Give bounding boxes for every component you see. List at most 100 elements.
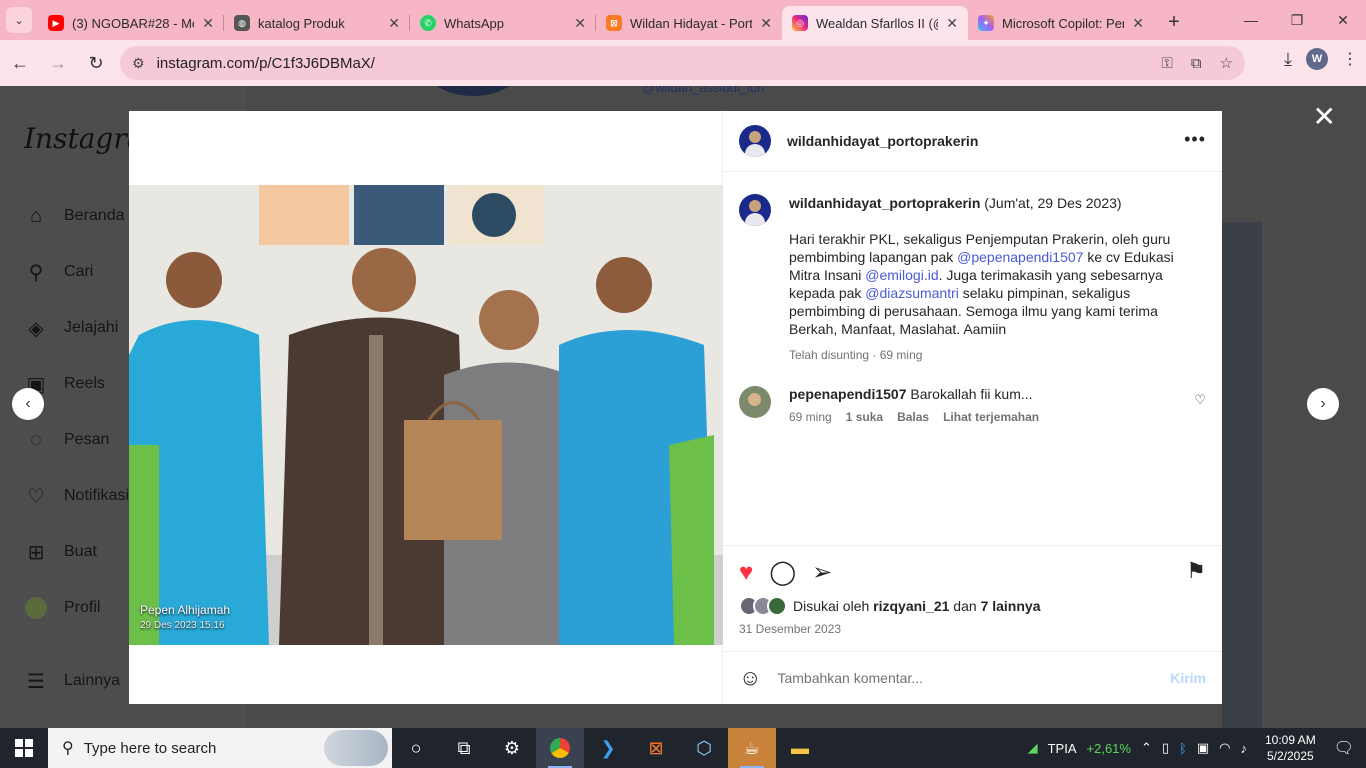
clock-date: 5/2/2025 xyxy=(1266,749,1314,763)
reload-button[interactable]: ↻ xyxy=(78,45,114,81)
file-explorer-icon[interactable]: ▬ xyxy=(776,728,824,768)
chrome-icon[interactable] xyxy=(536,728,584,768)
likes-others[interactable]: 7 lainnya xyxy=(981,598,1041,614)
close-tab-icon[interactable]: ✕ xyxy=(388,15,400,32)
tab-search-button[interactable]: ⌄ xyxy=(6,7,32,33)
close-tab-icon[interactable]: ✕ xyxy=(202,15,214,32)
vscode-icon[interactable]: ❯ xyxy=(584,728,632,768)
save-bookmark-icon[interactable]: ⚑ xyxy=(1186,560,1206,582)
bluetooth-icon[interactable]: ᛒ xyxy=(1179,741,1187,756)
volume-icon[interactable]: ♪ xyxy=(1240,741,1247,756)
author-avatar[interactable] xyxy=(739,125,771,157)
close-modal-icon[interactable]: ✕ xyxy=(1313,100,1336,133)
mention-link[interactable]: @emilogi.id xyxy=(865,267,938,283)
clock[interactable]: 10:09 AM 5/2/2025 xyxy=(1265,732,1316,764)
minimize-icon[interactable]: — xyxy=(1228,0,1274,40)
commenter-username[interactable]: pepenapendi1507 xyxy=(789,386,907,402)
sidebar-item-cari[interactable]: ⚲ Cari xyxy=(24,260,94,284)
sidebar-item-buat[interactable]: ⊞ Buat xyxy=(24,540,97,564)
url-text[interactable]: instagram.com/p/C1f3J6DBMaX/ xyxy=(157,55,1144,72)
restore-icon[interactable]: ❐ xyxy=(1274,0,1320,40)
tab-portfolio[interactable]: ⊠ Wildan Hidayat - Port ✕ xyxy=(596,6,782,40)
download-icon[interactable]: ⤓ xyxy=(1284,49,1292,70)
tab-copilot[interactable]: ✦ Microsoft Copilot: Per ✕ xyxy=(968,6,1154,40)
wifi-icon[interactable]: ◠ xyxy=(1219,740,1230,756)
tab-title: Wealdan Sfarllos II (@ xyxy=(816,15,939,31)
task-view-icon[interactable]: ⧉ xyxy=(440,728,488,768)
notifications-icon[interactable]: 🗨 xyxy=(1334,738,1354,758)
comment-likes[interactable]: 1 suka xyxy=(846,410,883,424)
install-app-icon[interactable]: ⧉ xyxy=(1191,55,1202,72)
sidebar-item-beranda[interactable]: ⌂ Beranda xyxy=(24,204,125,228)
mention-link[interactable]: @diazsumantri xyxy=(865,285,959,301)
password-key-icon[interactable]: ⚿ xyxy=(1161,55,1172,72)
sidebar-item-pesan[interactable]: ◌ Pesan xyxy=(24,428,109,452)
settings-gear-icon[interactable]: ⚙ xyxy=(488,728,536,768)
caption-body: wildanhidayat_portoprakerin (Jum'at, 29 … xyxy=(789,194,1206,364)
like-heart-icon[interactable]: ♥ xyxy=(739,561,753,585)
browser-menu-icon[interactable]: ⋮ xyxy=(1342,49,1358,69)
likes-text[interactable]: Disukai oleh rizqyani_21 dan 7 lainnya xyxy=(793,598,1040,614)
cortana-icon[interactable]: ○ xyxy=(392,728,440,768)
tab-whatsapp[interactable]: ✆ WhatsApp ✕ xyxy=(410,6,596,40)
java-icon[interactable]: ☕ xyxy=(728,728,776,768)
more-options-icon[interactable]: ••• xyxy=(1184,129,1206,150)
post-photo[interactable] xyxy=(129,185,723,645)
back-button[interactable]: ← xyxy=(2,45,38,81)
sidebar-item-label: Cari xyxy=(64,263,94,280)
stock-name[interactable]: TPIA xyxy=(1048,741,1077,756)
background-profile-image xyxy=(428,86,518,96)
tab-youtube[interactable]: ▶ (3) NGOBAR#28 - Me ✕ xyxy=(38,6,224,40)
comments-section: wildanhidayat_portoprakerin (Jum'at, 29 … xyxy=(723,172,1222,545)
emoji-icon[interactable]: ☺ xyxy=(739,665,761,691)
next-post-button[interactable]: › xyxy=(1307,388,1339,420)
bookmark-star-icon[interactable]: ☆ xyxy=(1220,54,1233,72)
start-button[interactable] xyxy=(0,728,48,768)
profile-avatar[interactable]: W xyxy=(1306,48,1328,70)
previous-post-button[interactable]: ‹ xyxy=(12,388,44,420)
close-window-icon[interactable]: ✕ xyxy=(1320,0,1366,40)
mention-link[interactable]: @pepenapendi1507 xyxy=(957,249,1083,265)
commenter-avatar[interactable] xyxy=(739,386,771,418)
forward-button[interactable]: → xyxy=(40,45,76,81)
taskbar-search[interactable]: ⚲ Type here to search xyxy=(48,728,392,768)
sidebar-item-jelajahi[interactable]: ◈ Jelajahi xyxy=(24,316,118,340)
photo-date: 29 Des 2023 15.16 xyxy=(140,620,225,631)
stock-chart-icon: ◢ xyxy=(1027,740,1038,755)
share-send-icon[interactable]: ➢ xyxy=(812,561,832,585)
new-tab-button[interactable]: + xyxy=(1160,8,1188,36)
virtualbox-icon[interactable]: ⬡ xyxy=(680,728,728,768)
address-bar[interactable]: ⚙ instagram.com/p/C1f3J6DBMaX/ ⚿ ⧉ ☆ xyxy=(120,46,1245,80)
sidebar-item-profil[interactable]: Profil xyxy=(24,596,100,620)
search-icon: ⚲ xyxy=(62,740,74,757)
close-tab-icon[interactable]: ✕ xyxy=(760,15,772,32)
camera-icon[interactable]: ▣ xyxy=(1197,740,1209,756)
close-tab-icon[interactable]: ✕ xyxy=(1132,15,1144,32)
sidebar-item-notifikasi[interactable]: ♡ Notifikasi xyxy=(24,484,129,508)
stock-change[interactable]: +2,61% xyxy=(1087,741,1131,756)
messenger-icon: ◌ xyxy=(30,428,42,451)
sidebar-item-label: Notifikasi xyxy=(64,487,129,504)
tab-title: Microsoft Copilot: Per xyxy=(1002,15,1125,31)
comment-bubble-icon[interactable]: ◯ xyxy=(769,561,796,585)
sidebar-item-lainnya[interactable]: ☰ Lainnya xyxy=(24,669,120,693)
usb-icon[interactable]: ▯ xyxy=(1162,740,1169,756)
caption-avatar[interactable] xyxy=(739,194,771,226)
xampp-icon[interactable]: ⊠ xyxy=(632,728,680,768)
clock-time: 10:09 AM xyxy=(1264,733,1316,747)
author-username[interactable]: wildanhidayat_portoprakerin xyxy=(787,133,978,149)
translate-button[interactable]: Lihat terjemahan xyxy=(943,410,1039,424)
post-comment-button[interactable]: Kirim xyxy=(1170,670,1206,686)
tab-instagram[interactable]: ◎ Wealdan Sfarllos II (@ ✕ xyxy=(782,6,968,40)
reply-button[interactable]: Balas xyxy=(897,410,929,424)
close-tab-icon[interactable]: ✕ xyxy=(574,15,586,32)
liker-username[interactable]: rizqyani_21 xyxy=(873,598,949,614)
caption-username[interactable]: wildanhidayat_portoprakerin xyxy=(789,195,980,211)
comment-like-icon[interactable]: ♡ xyxy=(1194,392,1206,408)
site-info-icon[interactable]: ⚙ xyxy=(132,55,145,72)
close-tab-icon[interactable]: ✕ xyxy=(946,15,958,32)
tab-katalog[interactable]: ◍ katalog Produk ✕ xyxy=(224,6,410,40)
youtube-icon: ▶ xyxy=(48,15,64,31)
comment-input[interactable] xyxy=(777,670,1171,686)
show-hidden-icons[interactable]: ⌃ xyxy=(1141,740,1152,756)
